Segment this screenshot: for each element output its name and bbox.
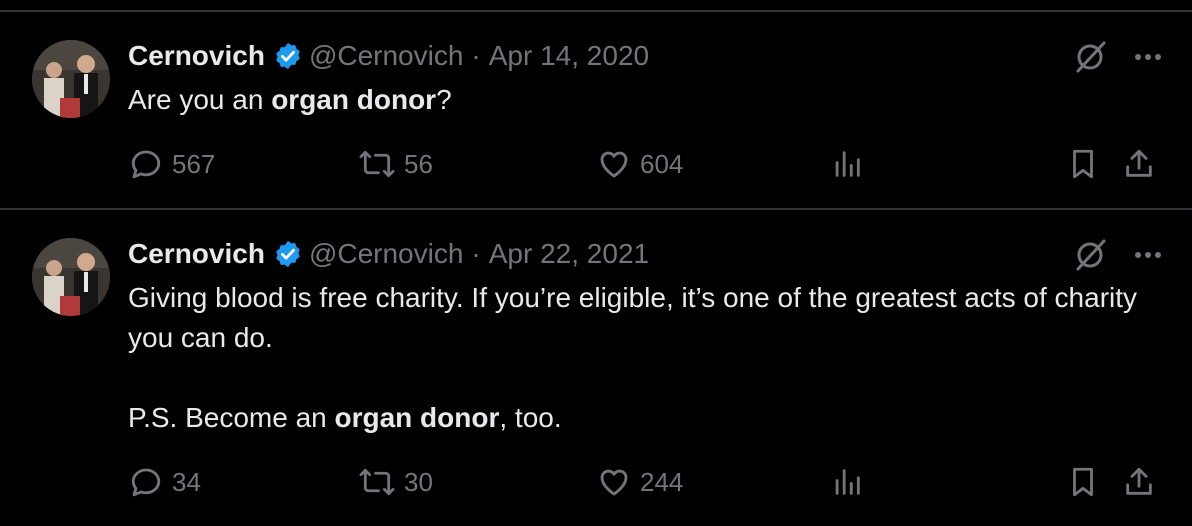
tweet-paragraph: Are you an organ donor? bbox=[128, 80, 452, 120]
text-run-bold: organ donor bbox=[334, 402, 500, 433]
like-button[interactable]: 604 bbox=[596, 146, 683, 182]
tweet-text: Giving blood is free charity. If you’re … bbox=[128, 278, 1158, 438]
views-icon bbox=[835, 469, 860, 495]
more-icon[interactable] bbox=[1134, 250, 1162, 260]
tweet-paragraph: Giving blood is free charity. If you’re … bbox=[128, 278, 1158, 358]
avatar[interactable] bbox=[32, 238, 110, 316]
repost-icon bbox=[359, 150, 395, 178]
share-icon bbox=[1126, 467, 1152, 495]
reply-button[interactable]: 34 bbox=[128, 464, 201, 500]
tweet-actions: 567 56 604 bbox=[128, 146, 1162, 182]
share-button[interactable] bbox=[1122, 146, 1164, 182]
repost-icon bbox=[359, 468, 395, 496]
tweet-paragraph: P.S. Become an organ donor, too. bbox=[128, 398, 1158, 438]
share-button[interactable] bbox=[1122, 464, 1164, 500]
separator-dot: · bbox=[471, 40, 481, 71]
tweet-date[interactable]: Apr 14, 2020 bbox=[489, 40, 649, 72]
reply-count: 34 bbox=[172, 467, 201, 497]
tweet-2[interactable]: Cernovich @Cernovich · Apr 22, 2021 Givi… bbox=[0, 234, 1192, 526]
tweet-header: Cernovich @Cernovich · Apr 14, 2020 bbox=[128, 36, 649, 76]
author-name[interactable]: Cernovich bbox=[128, 238, 265, 270]
tweet-divider bbox=[0, 208, 1192, 210]
repost-button[interactable]: 56 bbox=[358, 146, 433, 182]
bookmark-button[interactable] bbox=[1066, 464, 1108, 500]
tweet-header: Cernovich @Cernovich · Apr 22, 2021 bbox=[128, 234, 649, 274]
reply-button[interactable]: 567 bbox=[128, 146, 215, 182]
author-handle[interactable]: @Cernovich bbox=[309, 40, 463, 72]
grok-icon[interactable] bbox=[1074, 238, 1108, 272]
repost-count: 30 bbox=[404, 467, 433, 497]
bookmark-button[interactable] bbox=[1066, 146, 1108, 182]
tweet-top-icons bbox=[1074, 40, 1162, 74]
tweet-text: Are you an organ donor? bbox=[128, 80, 452, 120]
reply-icon bbox=[131, 150, 161, 179]
text-run: ? bbox=[436, 84, 452, 115]
avatar[interactable] bbox=[32, 40, 110, 118]
views-icon bbox=[835, 151, 860, 177]
text-run: P.S. Become an bbox=[128, 402, 335, 433]
views-button[interactable] bbox=[830, 464, 872, 500]
verified-badge-icon bbox=[276, 240, 300, 268]
reply-icon bbox=[131, 468, 161, 497]
like-icon bbox=[600, 151, 628, 178]
like-icon bbox=[600, 469, 628, 496]
text-run-bold: organ donor bbox=[271, 84, 437, 115]
views-button[interactable] bbox=[830, 146, 872, 182]
text-run: Giving blood is free charity. If you’re … bbox=[128, 282, 1138, 353]
author-name[interactable]: Cernovich bbox=[128, 40, 265, 72]
verified-badge-icon bbox=[276, 42, 300, 70]
like-count: 244 bbox=[640, 467, 684, 497]
separator-dot: · bbox=[471, 238, 481, 269]
more-icon[interactable] bbox=[1134, 52, 1162, 62]
top-divider bbox=[0, 10, 1192, 12]
repost-button[interactable]: 30 bbox=[358, 464, 433, 500]
tweet-1[interactable]: Cernovich @Cernovich · Apr 14, 2020 Are … bbox=[0, 36, 1192, 208]
text-run: Are you an bbox=[128, 84, 272, 115]
author-handle[interactable]: @Cernovich bbox=[309, 238, 463, 270]
text-run: , too. bbox=[499, 402, 562, 433]
repost-count: 56 bbox=[404, 149, 433, 179]
tweet-date[interactable]: Apr 22, 2021 bbox=[489, 238, 649, 270]
like-button[interactable]: 244 bbox=[596, 464, 683, 500]
grok-icon[interactable] bbox=[1074, 40, 1108, 74]
bookmark-icon bbox=[1073, 149, 1093, 179]
bookmark-icon bbox=[1073, 467, 1093, 497]
reply-count: 567 bbox=[172, 149, 216, 179]
tweet-top-icons bbox=[1074, 238, 1162, 272]
tweet-actions: 34 30 244 bbox=[128, 464, 1162, 500]
like-count: 604 bbox=[640, 149, 684, 179]
share-icon bbox=[1126, 149, 1152, 177]
